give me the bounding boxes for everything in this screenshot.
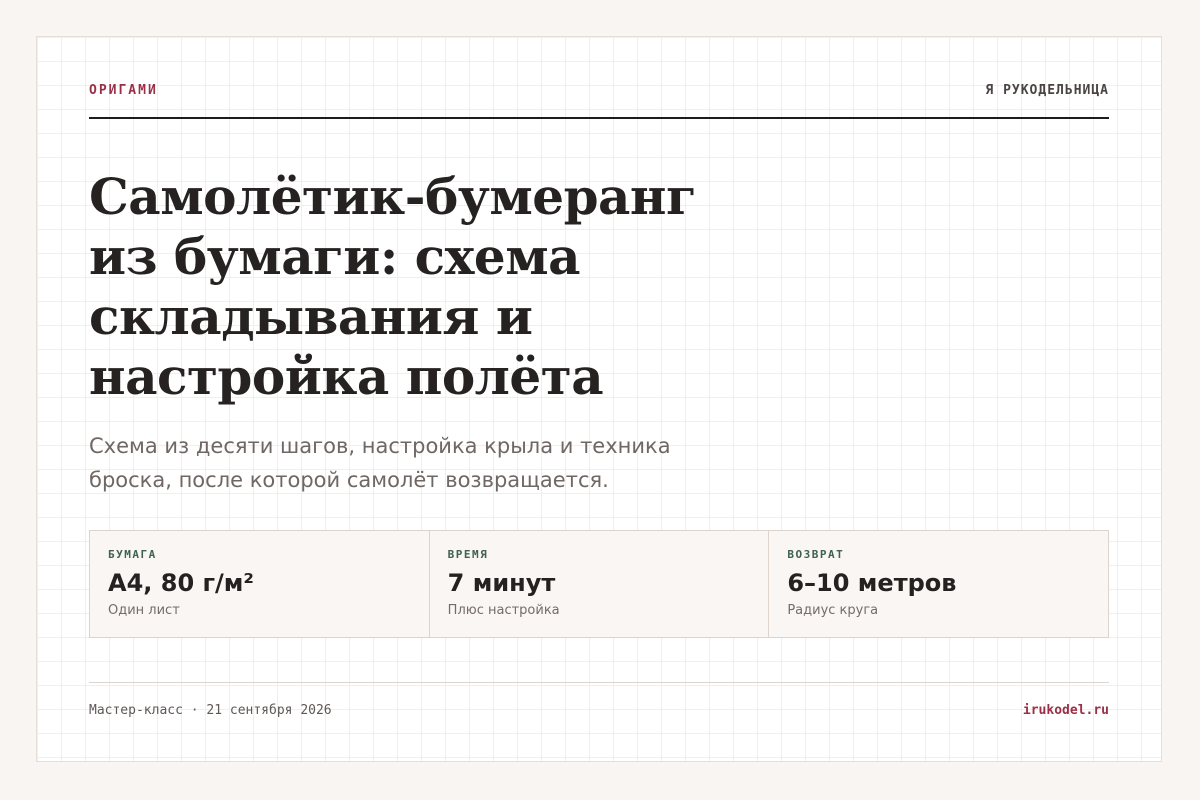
- stats-panel: БУМАГА A4, 80 г/м² Один лист ВРЕМЯ 7 мин…: [89, 530, 1109, 638]
- article-subtitle: Схема из десяти шагов, настройка крыла и…: [89, 434, 671, 492]
- site-link[interactable]: irukodel.ru: [1023, 703, 1109, 718]
- stat-value: A4, 80 г/м²: [108, 569, 254, 597]
- stat-value: 7 минут: [447, 569, 556, 597]
- stat-paper: БУМАГА A4, 80 г/м² Один лист: [90, 531, 430, 637]
- stat-note: Один лист: [108, 603, 180, 618]
- stat-time: ВРЕМЯ 7 минут Плюс настройка: [430, 531, 770, 637]
- header-bar: ОРИГАМИ Я РУКОДЕЛЬНИЦА: [89, 81, 1109, 119]
- stat-label: ВРЕМЯ: [447, 548, 489, 561]
- category-label: ОРИГАМИ: [89, 83, 158, 98]
- stat-return: ВОЗВРАТ 6–10 метров Радиус круга: [769, 531, 1108, 637]
- stat-note: Радиус круга: [787, 603, 879, 618]
- brand-name: Я РУКОДЕЛЬНИЦА: [985, 83, 1109, 98]
- article-card: ОРИГАМИ Я РУКОДЕЛЬНИЦА Самолётик-бумеран…: [36, 36, 1162, 762]
- footer: Мастер-класс · 21 сентября 2026 irukodel…: [89, 682, 1109, 723]
- event-info: Мастер-класс · 21 сентября 2026: [89, 703, 332, 718]
- stat-note: Плюс настройка: [447, 603, 560, 618]
- stat-label: БУМАГА: [108, 548, 157, 561]
- stat-value: 6–10 метров: [787, 569, 957, 597]
- stat-label: ВОЗВРАТ: [787, 548, 845, 561]
- article-title: Самолётик-бумеранг из бумаги: схема скла…: [89, 167, 697, 406]
